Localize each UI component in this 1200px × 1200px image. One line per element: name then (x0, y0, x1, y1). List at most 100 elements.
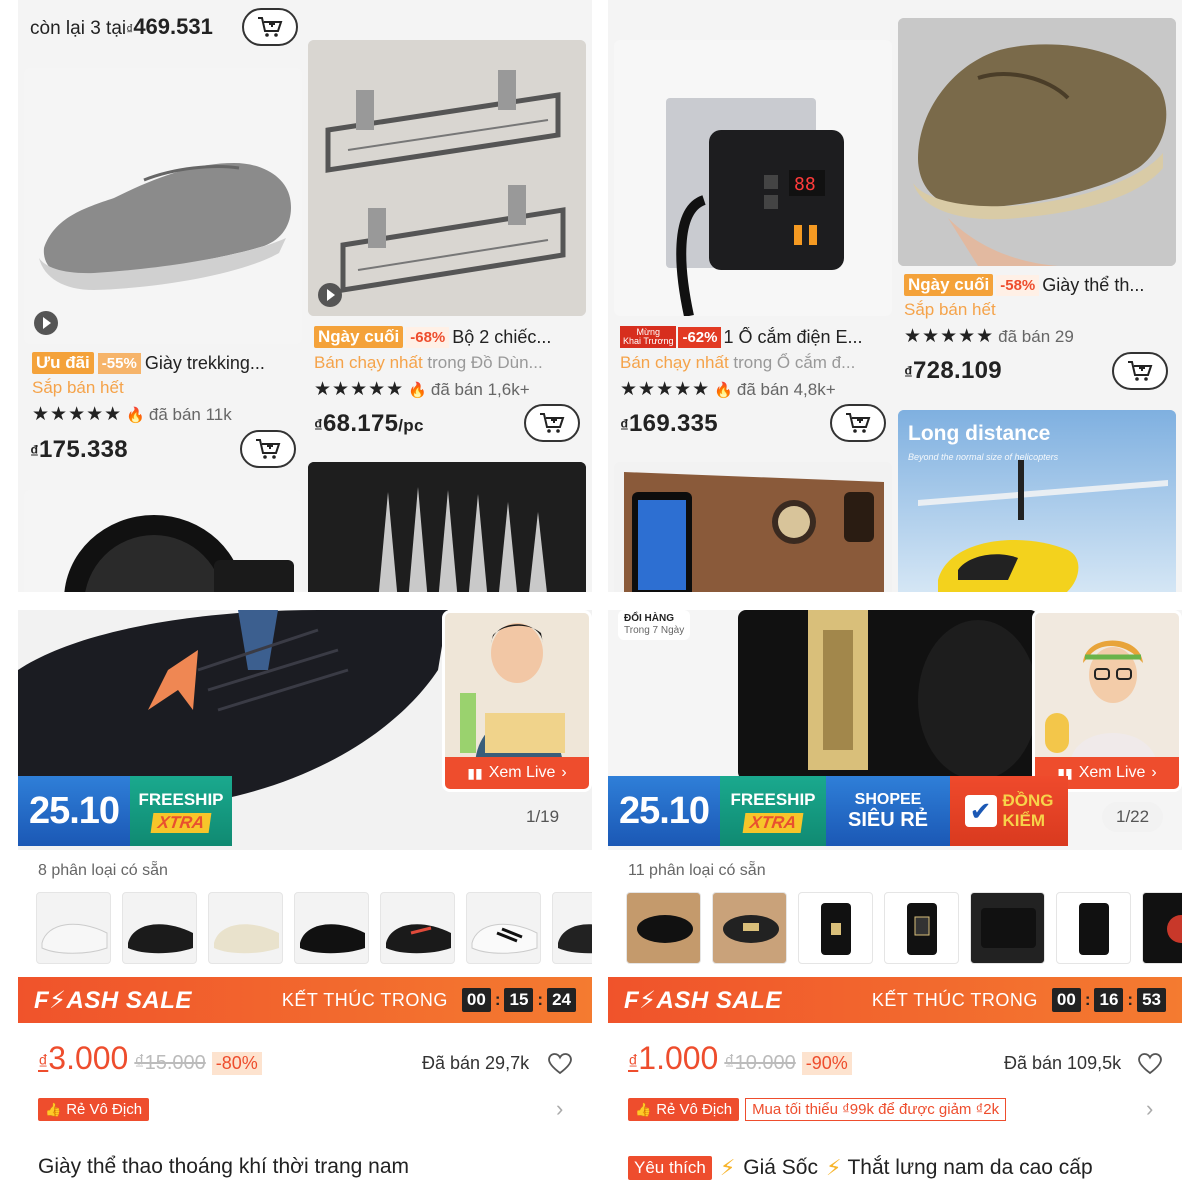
chevron-right-icon[interactable]: › (556, 1096, 563, 1122)
product-image-rc-helicopter[interactable]: Long distance Beyond the normal size of … (898, 410, 1176, 592)
add-to-cart-button[interactable] (524, 404, 580, 442)
discount-tag: -62% (678, 326, 722, 348)
dong-kiem-badge: ✔ ĐỒNG KIỂM (950, 776, 1068, 846)
chevron-right-icon: › (1151, 764, 1157, 781)
image-pager: 1/19 (512, 802, 574, 832)
sold-count: đã bán 1,6k+ (430, 379, 530, 399)
variant-thumb[interactable] (380, 892, 455, 964)
live-stream-preview[interactable]: ▮▮ Xem Live › (1032, 610, 1182, 792)
live-stream-preview[interactable]: ▮▮ Xem Live › (442, 610, 592, 792)
product-image-screwdriver-bits[interactable] (308, 462, 586, 592)
promo-tag: Ngày cuối (314, 326, 404, 348)
discount-percent: -90% (801, 1052, 852, 1075)
promo-heading: Long distance (908, 422, 1051, 445)
product-title: Thắt lưng nam da cao cấp (847, 1156, 1093, 1179)
variant-thumb[interactable] (36, 892, 111, 964)
variant-thumb[interactable] (1056, 892, 1131, 964)
variant-thumb[interactable] (294, 892, 369, 964)
product-image-bathroom-shelf[interactable] (308, 40, 586, 316)
thumbs-up-icon: 👍 (635, 1101, 652, 1117)
variant-thumb[interactable] (884, 892, 959, 964)
cart-plus-icon (258, 17, 283, 37)
thumbs-up-icon: 👍 (45, 1101, 62, 1117)
favorite-badge: Yêu thích (628, 1156, 712, 1180)
product-image-wooden-organizer[interactable] (614, 462, 892, 592)
rating-row: ★★★★★ 🔥 đã bán 4,8k+ (620, 378, 836, 401)
watch-live-button[interactable]: ▮▮ Xem Live › (445, 757, 589, 789)
sold-count: đã bán 11k (148, 404, 232, 424)
flame-icon: 🔥 (126, 406, 145, 424)
ends-in-label: KẾT THÚC TRONG (281, 989, 448, 1010)
campaign-banner: 25.10 FREESHIP XTRA SHOPEE SIÊU RẺ ✔ ĐỒN… (608, 776, 1068, 846)
variant-thumb[interactable] (552, 892, 592, 964)
product-image-smartwatch[interactable] (24, 490, 302, 592)
product-title-row: Yêu thích ⚡ Giá Sốc ⚡ Thắt lưng nam da c… (628, 1155, 1093, 1181)
variant-thumb[interactable] (970, 892, 1045, 964)
flame-icon: 🔥 (408, 381, 427, 399)
voucher-row[interactable]: 👍 Rẻ Vô Địch (38, 1098, 150, 1121)
campaign-banner: 25.10 FREESHIP XTRA (18, 776, 232, 846)
product-image-slip-on-shoe[interactable] (24, 68, 302, 344)
variant-thumb[interactable] (208, 892, 283, 964)
flash-sale-bar: F⚡ASH SALE KẾT THÚC TRONG 00: 16: 53 (608, 977, 1182, 1023)
flash-sale-title: F⚡ASH SALE (624, 986, 782, 1014)
sale-price: ₫3.000 (38, 1040, 129, 1076)
product-price: ₫169.335 (620, 410, 718, 437)
variants-count: 11 phân loại có sẵn (628, 862, 766, 879)
chevron-right-icon[interactable]: › (1146, 1096, 1153, 1122)
rating-stars: ★★★★★ (32, 404, 123, 425)
product-name: Giày trekking... (144, 352, 265, 373)
product-image-power-adapter[interactable]: 88 (614, 40, 892, 316)
top-right-panel: 88 Mừng Khai Trương -62% 1 Ổ cắm điện E..… (608, 0, 1182, 592)
discount-tag: -55% (97, 352, 141, 374)
variant-thumb[interactable] (466, 892, 541, 964)
promo-tag: Ngày cuối (904, 274, 994, 296)
cart-plus-icon (846, 413, 871, 433)
product-image-leather-sneaker[interactable] (898, 18, 1176, 266)
product-price: ₫728.109 (904, 357, 1002, 384)
checkmark-icon: ✔ (964, 795, 997, 827)
voucher-row[interactable]: 👍 Rẻ Vô Địch Mua tối thiểu ₫99k để được g… (628, 1098, 1007, 1121)
variant-thumb[interactable] (798, 892, 873, 964)
chevron-right-icon: › (561, 764, 567, 781)
image-pager: 1/22 (1102, 802, 1164, 832)
cart-plus-icon (540, 413, 565, 433)
cart-plus-icon (256, 439, 281, 459)
campaign-date: 25.10 (18, 776, 130, 846)
flash-price-label: Giá Sốc (743, 1156, 818, 1179)
rating-row: ★★★★★ 🔥 đã bán 11k (32, 403, 232, 426)
product-price: ₫175.338 (30, 436, 128, 463)
add-to-cart-button[interactable] (240, 430, 296, 468)
sale-price: ₫1.000 (628, 1040, 719, 1076)
cheapest-badge: 👍 Rẻ Vô Địch (38, 1098, 150, 1121)
freeship-xtra-badge: FREESHIP XTRA (720, 776, 826, 846)
price-block: ₫3.000 ₫15.000 -80% (38, 1040, 262, 1077)
sold-count: Đã bán 109,5k (1004, 1053, 1122, 1073)
variant-thumbnails (626, 892, 1182, 964)
product-name: Giày thể th... (1042, 274, 1145, 295)
grand-opening-tag: Mừng Khai Trương (620, 326, 677, 348)
rating-stars: ★★★★★ (314, 379, 405, 400)
product-title-row: Ngày cuối -68% Bộ 2 chiếc... (314, 326, 586, 348)
add-to-cart-button[interactable] (242, 8, 298, 46)
campaign-date: 25.10 (608, 776, 720, 846)
live-bars-icon: ▮▮ (467, 764, 483, 781)
rating-stars: ★★★★★ (904, 326, 995, 347)
add-to-cart-button[interactable] (1112, 352, 1168, 390)
variant-thumb[interactable] (626, 892, 701, 964)
heart-icon[interactable] (548, 1053, 572, 1075)
add-to-cart-button[interactable] (830, 404, 886, 442)
countdown-timer: 00: 16: 53 (1051, 988, 1166, 1012)
almost-sold-out: Sắp bán hết (904, 300, 996, 319)
bottom-left-detail-panel: ▮▮ Xem Live › 25.10 FREESHIP XTRA 1/19 8… (18, 610, 592, 1190)
sold-count: đã bán 4,8k+ (736, 379, 836, 399)
heart-icon[interactable] (1138, 1053, 1162, 1075)
cheapest-badge: 👍 Rẻ Vô Địch (628, 1098, 740, 1121)
variant-thumb[interactable] (712, 892, 787, 964)
svg-text:88: 88 (794, 174, 816, 195)
bestseller-line: Bán chạy nhất trong Đồ Dùn... (314, 353, 543, 372)
variant-thumb[interactable] (1142, 892, 1182, 964)
flash-sale-title: F⚡ASH SALE (34, 986, 192, 1014)
rating-row: ★★★★★ đã bán 29 (904, 325, 1074, 348)
variant-thumb[interactable] (122, 892, 197, 964)
